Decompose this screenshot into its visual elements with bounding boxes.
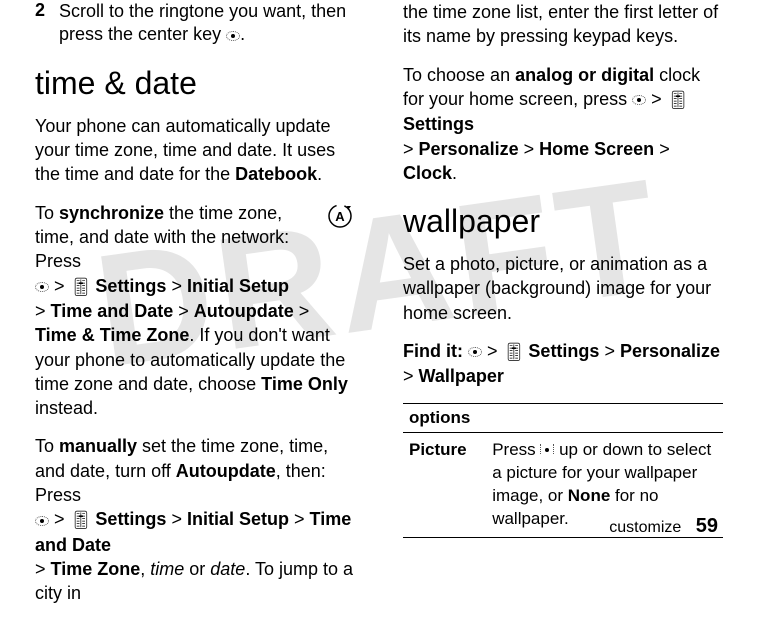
manual-d: , xyxy=(140,559,150,579)
homescreen-label: Home Screen xyxy=(539,139,654,159)
table-header-row: options xyxy=(403,403,723,432)
gt-r7: > xyxy=(403,366,414,386)
step-text-a: Scroll to the ringtone you want, then pr… xyxy=(59,1,346,44)
sync-d: instead. xyxy=(35,398,98,418)
intro-b: . xyxy=(317,164,322,184)
timezone-label: Time Zone xyxy=(51,559,141,579)
findit-label: Find it: xyxy=(403,341,463,361)
gt-r3: > xyxy=(524,139,535,159)
clock-label: Clock xyxy=(403,163,452,183)
footer-page-number: 59 xyxy=(696,515,718,537)
step-text-b: . xyxy=(240,24,245,44)
auto-update-icon: A xyxy=(325,201,355,231)
column-left: 2 Scroll to the ringtone you want, then … xyxy=(35,0,355,620)
row-body-a: Press xyxy=(492,440,540,459)
heading-time-date: time & date xyxy=(35,65,355,102)
center-key-icon xyxy=(226,30,240,42)
wallpaper-label: Wallpaper xyxy=(419,366,504,386)
analog-bold: analog or digital xyxy=(515,65,654,85)
gt8: > xyxy=(294,509,305,529)
gt5: > xyxy=(299,301,310,321)
wallpaper-intro: Set a photo, picture, or animation as a … xyxy=(403,252,723,325)
step-number: 2 xyxy=(35,0,59,47)
gt-r6: > xyxy=(604,341,615,361)
time-italic: time xyxy=(150,559,184,579)
timeonly-label: Time Only xyxy=(261,374,348,394)
gt6: > xyxy=(54,509,65,529)
gt1: > xyxy=(54,276,65,296)
sync-para: To synchronize the time zone, time, and … xyxy=(35,201,317,274)
para-intro: Your phone can automatically update your… xyxy=(35,114,355,187)
gt-r5: > xyxy=(487,341,498,361)
page-footer: customize 59 xyxy=(609,515,718,538)
settings-icon: 🎚 xyxy=(70,275,91,299)
gt7: > xyxy=(171,509,182,529)
gt2: > xyxy=(171,276,182,296)
step-body: Scroll to the ringtone you want, then pr… xyxy=(59,0,355,47)
autoupdate-label2: Autoupdate xyxy=(176,461,276,481)
settings-label-r2: Settings xyxy=(528,341,599,361)
findit-line: Find it: > 🎚 Settings > Personalize > Wa… xyxy=(403,339,723,389)
gt-r1: > xyxy=(651,89,662,109)
settings-label2: Settings xyxy=(95,509,166,529)
datebook-label: Datebook xyxy=(235,164,317,184)
center-key-icon xyxy=(35,281,49,293)
autoupdate-label: Autoupdate xyxy=(194,301,294,321)
sync-path: > 🎚 Settings > Initial Setup > Time and … xyxy=(35,274,355,421)
svg-text:A: A xyxy=(335,209,345,224)
personalize-label: Personalize xyxy=(419,139,519,159)
step-2: 2 Scroll to the ringtone you want, then … xyxy=(35,0,355,47)
footer-section: customize xyxy=(609,519,681,536)
heading-wallpaper: wallpaper xyxy=(403,203,723,240)
manual-bold: manually xyxy=(59,436,137,456)
settings-icon: 🎚 xyxy=(70,508,91,532)
settings-icon: 🎚 xyxy=(503,340,524,364)
manual-para: To manually set the time zone, time, and… xyxy=(35,434,355,605)
sync-block: To synchronize the time zone, time, and … xyxy=(35,201,355,274)
or: or xyxy=(184,559,210,579)
timedate-label: Time and Date xyxy=(51,301,174,321)
settings-label: Settings xyxy=(95,276,166,296)
initial-setup-label: Initial Setup xyxy=(187,276,289,296)
date-italic: date xyxy=(210,559,245,579)
settings-label-r: Settings xyxy=(403,114,474,134)
initial-setup-label2: Initial Setup xyxy=(187,509,289,529)
sync-bold: synchronize xyxy=(59,203,164,223)
nav-key-icon xyxy=(540,444,554,456)
gt9: > xyxy=(35,559,46,579)
none-label: None xyxy=(568,486,611,505)
settings-icon: 🎚 xyxy=(667,88,688,112)
gt-r4: > xyxy=(659,139,670,159)
manual-a: To xyxy=(35,436,59,456)
center-key-icon xyxy=(35,515,49,527)
time-timezone-label: Time & Time Zone xyxy=(35,325,189,345)
sync-a: To xyxy=(35,203,59,223)
analog-para: To choose an analog or digital clock for… xyxy=(403,63,723,186)
cont-para: the time zone list, enter the first lett… xyxy=(403,0,723,49)
gt-r2: > xyxy=(403,139,414,159)
gt3: > xyxy=(35,301,46,321)
gt4: > xyxy=(178,301,189,321)
personalize-label2: Personalize xyxy=(620,341,720,361)
options-header: options xyxy=(403,403,723,432)
row-label: Picture xyxy=(403,432,486,537)
center-key-icon xyxy=(468,346,482,358)
center-key-icon xyxy=(632,94,646,106)
analog-a: To choose an xyxy=(403,65,515,85)
